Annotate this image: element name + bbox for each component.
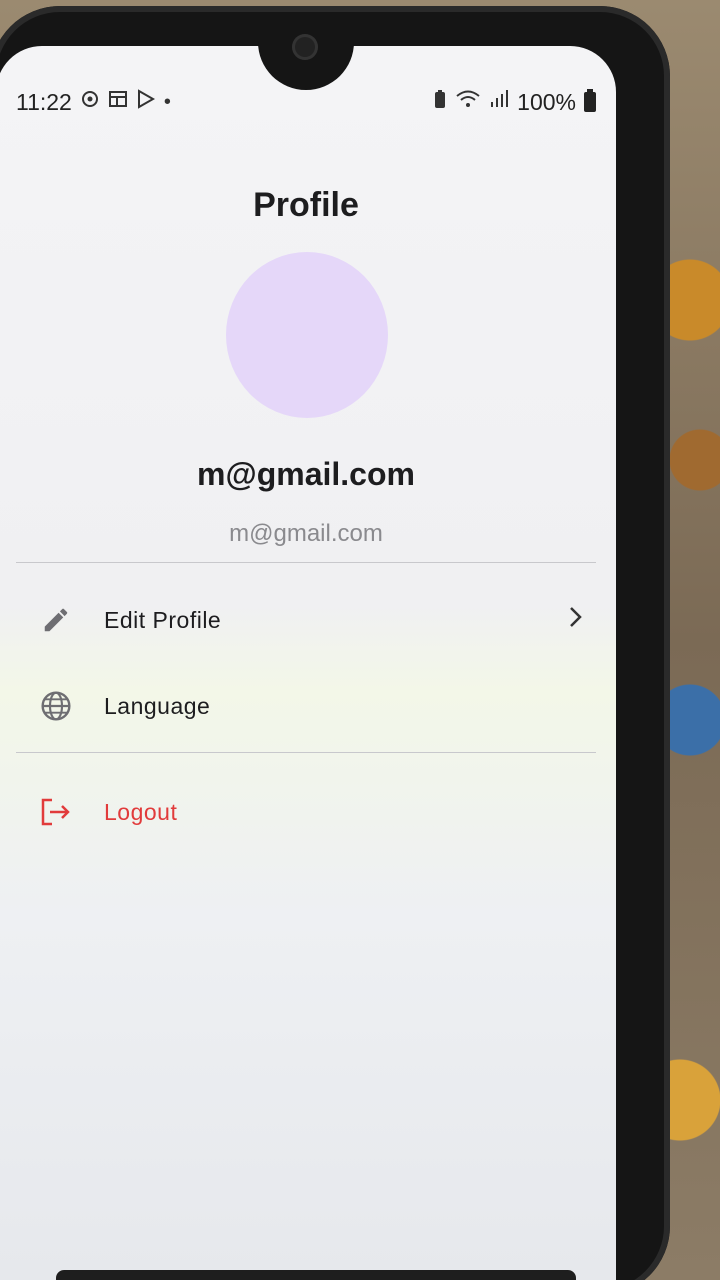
menu-item-label: Edit Profile (104, 606, 222, 633)
notification-dot-icon: • (163, 90, 171, 113)
calendar-icon (108, 89, 128, 115)
battery-percent: 100% (517, 88, 576, 115)
menu-item-edit-profile[interactable]: Edit Profile (36, 590, 586, 650)
status-left: 11:22 • (16, 89, 171, 116)
front-camera (292, 34, 318, 60)
chevron-right-icon (566, 604, 586, 636)
profile-name: m@gmail.com (197, 456, 415, 492)
menu-item-label: Language (104, 692, 211, 719)
status-right: 100% (433, 89, 596, 116)
system-navigation-bar (56, 1270, 576, 1280)
wifi-icon (455, 89, 481, 115)
divider-bottom (16, 752, 596, 753)
battery-saver-icon (433, 89, 447, 115)
phone-frame: 11:22 • 100% Profile m@gmail.com m@gmail… (0, 6, 670, 1280)
logout-button[interactable]: Logout (36, 782, 586, 842)
divider-top (16, 562, 596, 563)
screen: 11:22 • 100% Profile m@gmail.com m@gmail… (0, 46, 616, 1280)
pencil-icon (36, 600, 76, 640)
avatar[interactable] (226, 252, 388, 418)
logout-icon (36, 792, 76, 832)
battery-icon (584, 89, 596, 112)
globe-icon (36, 686, 76, 726)
sync-icon (80, 89, 100, 115)
menu-item-language[interactable]: Language (36, 676, 586, 736)
status-time: 11:22 (16, 88, 72, 115)
page-title: Profile (253, 186, 359, 224)
profile-email: m@gmail.com (229, 520, 383, 547)
play-store-icon (136, 89, 156, 115)
signal-icon (489, 89, 509, 115)
logout-label: Logout (104, 798, 178, 825)
